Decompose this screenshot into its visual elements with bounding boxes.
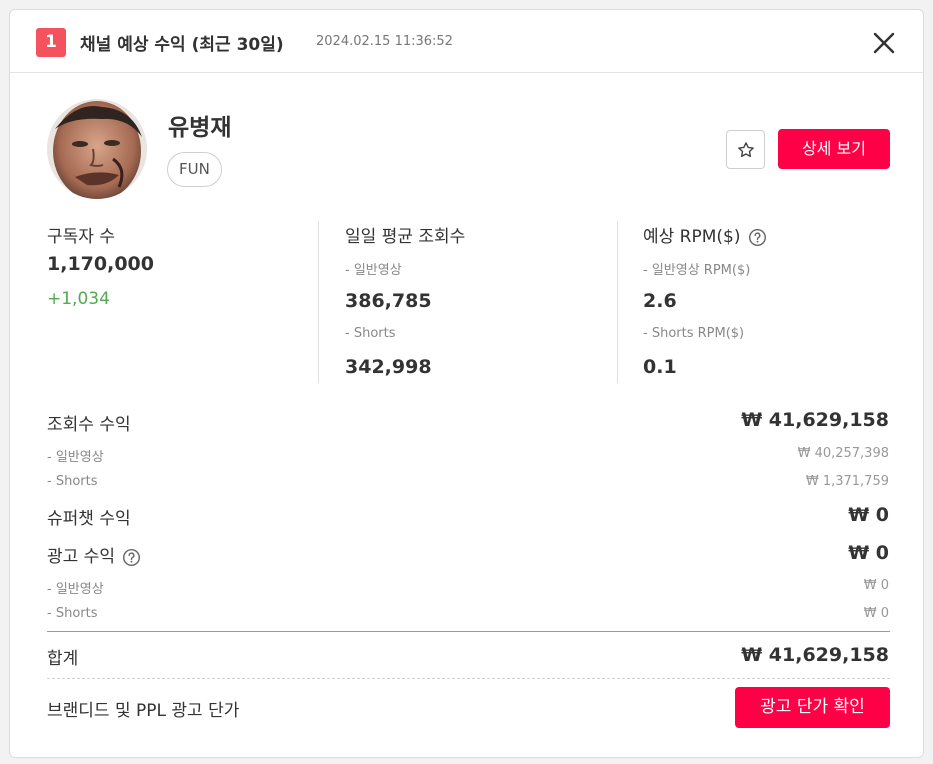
help-icon[interactable] — [122, 548, 141, 567]
subscribers-label: 구독자 수 — [47, 227, 115, 247]
ad-revenue-value: ₩ 0 — [848, 542, 889, 564]
star-icon — [737, 141, 754, 157]
superchat-label: 슈퍼챗 수익 — [47, 509, 131, 529]
rpm-shorts-label: - Shorts RPM($) — [643, 326, 745, 341]
ad-revenue-shorts-value: ₩ 0 — [863, 606, 889, 621]
daily-views-label: 일일 평균 조회수 — [345, 227, 466, 247]
close-icon — [873, 32, 895, 54]
subscribers-value: 1,170,000 — [47, 253, 154, 275]
view-revenue-normal-label: - 일반영상 — [47, 450, 104, 465]
help-icon[interactable] — [748, 228, 767, 247]
total-label: 합계 — [47, 649, 79, 669]
modal-header: 1 채널 예상 수익 (최근 30일) 2024.02.15 11:36:52 — [10, 10, 923, 73]
ad-revenue-shorts-label: - Shorts — [47, 606, 98, 621]
branded-label: 브랜디드 및 PPL 광고 단가 — [47, 701, 240, 721]
modal-title: 채널 예상 수익 (최근 30일) — [80, 35, 284, 55]
total-divider — [47, 631, 890, 632]
rpm-shorts-value: 0.1 — [643, 356, 677, 378]
view-revenue-normal-value: ₩ 40,257,398 — [797, 446, 889, 461]
daily-views-shorts-label: - Shorts — [345, 326, 396, 341]
view-revenue-shorts-label: - Shorts — [47, 474, 98, 489]
daily-views-shorts-value: 342,998 — [345, 356, 432, 378]
subscribers-change: +1,034 — [47, 289, 110, 309]
daily-views-normal-value: 386,785 — [345, 290, 432, 312]
ad-revenue-label-wrap: 광고 수익 — [47, 542, 141, 567]
favorite-button[interactable] — [726, 130, 765, 169]
revenue-modal: 1 채널 예상 수익 (최근 30일) 2024.02.15 11:36:52 — [9, 9, 924, 758]
rank-badge: 1 — [36, 28, 66, 57]
view-revenue-shorts-value: ₩ 1,371,759 — [805, 474, 889, 489]
channel-name: 유병재 — [168, 115, 232, 141]
branded-divider — [47, 678, 890, 679]
rpm-normal-label: - 일반영상 RPM($) — [643, 263, 751, 278]
detail-button[interactable]: 상세 보기 — [778, 129, 890, 169]
ad-revenue-normal-value: ₩ 0 — [863, 578, 889, 593]
timestamp: 2024.02.15 11:36:52 — [316, 34, 453, 49]
category-tag: FUN — [167, 152, 222, 187]
superchat-value: ₩ 0 — [848, 504, 889, 526]
ad-price-button[interactable]: 광고 단가 확인 — [735, 687, 890, 728]
view-revenue-value: ₩ 41,629,158 — [741, 409, 889, 431]
close-button[interactable] — [869, 28, 899, 58]
view-revenue-label: 조회수 수익 — [47, 415, 131, 435]
daily-views-normal-label: - 일반영상 — [345, 263, 402, 278]
stats-divider — [617, 221, 618, 383]
rpm-normal-value: 2.6 — [643, 290, 677, 312]
total-value: ₩ 41,629,158 — [741, 644, 889, 666]
ad-revenue-label: 광고 수익 — [47, 547, 115, 567]
rpm-label: 예상 RPM($) — [643, 227, 741, 247]
rpm-label-wrap: 예상 RPM($) — [643, 222, 767, 247]
channel-avatar — [47, 99, 147, 199]
stats-divider — [318, 221, 319, 383]
ad-revenue-normal-label: - 일반영상 — [47, 582, 104, 597]
